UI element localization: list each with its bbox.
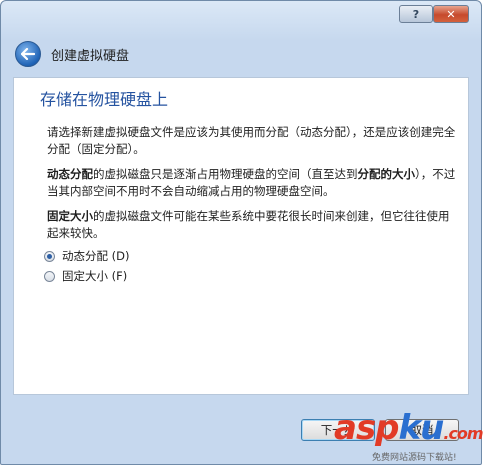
radio-fixed-button[interactable]: [44, 270, 55, 282]
dialog-window: ? ✕ 创建虚拟硬盘 存储在物理硬盘上 请选择新建虚拟硬盘文件是应该为其使用而分…: [0, 0, 482, 465]
radio-dynamic-button[interactable]: [44, 250, 55, 262]
dynamic-term: 动态分配: [47, 167, 93, 181]
radio-selected-dot: [47, 253, 52, 259]
back-arrow-icon: [21, 48, 35, 60]
fixed-description: 固定大小的虚拟磁盘文件可能在某些系统中要花很长时间来创建，但它往往使用起来较快。: [47, 208, 459, 242]
wizard-header: 创建虚拟硬盘: [1, 29, 481, 77]
allocated-size-term: 分配的大小: [357, 167, 416, 181]
back-button[interactable]: [15, 41, 41, 67]
page-heading: 存储在物理硬盘上: [40, 90, 169, 109]
fixed-term: 固定大小: [47, 209, 93, 223]
content-panel: 存储在物理硬盘上 请选择新建虚拟硬盘文件是应该为其使用而分配（动态分配），还是应…: [13, 77, 469, 395]
close-button[interactable]: ✕: [433, 5, 469, 23]
title-bar: ? ✕: [1, 1, 481, 29]
radio-dynamic-label[interactable]: 动态分配 (D): [62, 248, 129, 264]
intro-paragraph: 请选择新建虚拟硬盘文件是应该为其使用而分配（动态分配），还是应该创建完全分配（固…: [47, 125, 456, 156]
dynamic-text-mid: 的虚拟磁盘只是逐渐占用物理硬盘的空间（直至达到: [93, 167, 358, 181]
next-button[interactable]: 下一步: [301, 419, 375, 441]
radio-fixed[interactable]: 固定大小 (F): [44, 268, 127, 284]
radio-dynamic[interactable]: 动态分配 (D): [44, 248, 129, 264]
dynamic-description: 动态分配的虚拟磁盘只是逐渐占用物理硬盘的空间（直至达到分配的大小），不过当其内部…: [47, 166, 459, 200]
cancel-button[interactable]: 取消: [385, 419, 459, 441]
help-button[interactable]: ?: [399, 5, 433, 23]
radio-fixed-label[interactable]: 固定大小 (F): [62, 268, 127, 284]
wizard-title: 创建虚拟硬盘: [51, 49, 130, 64]
fixed-text-end: 的虚拟磁盘文件可能在某些系统中要花很长时间来创建，但它往往使用起来较快。: [47, 209, 450, 240]
